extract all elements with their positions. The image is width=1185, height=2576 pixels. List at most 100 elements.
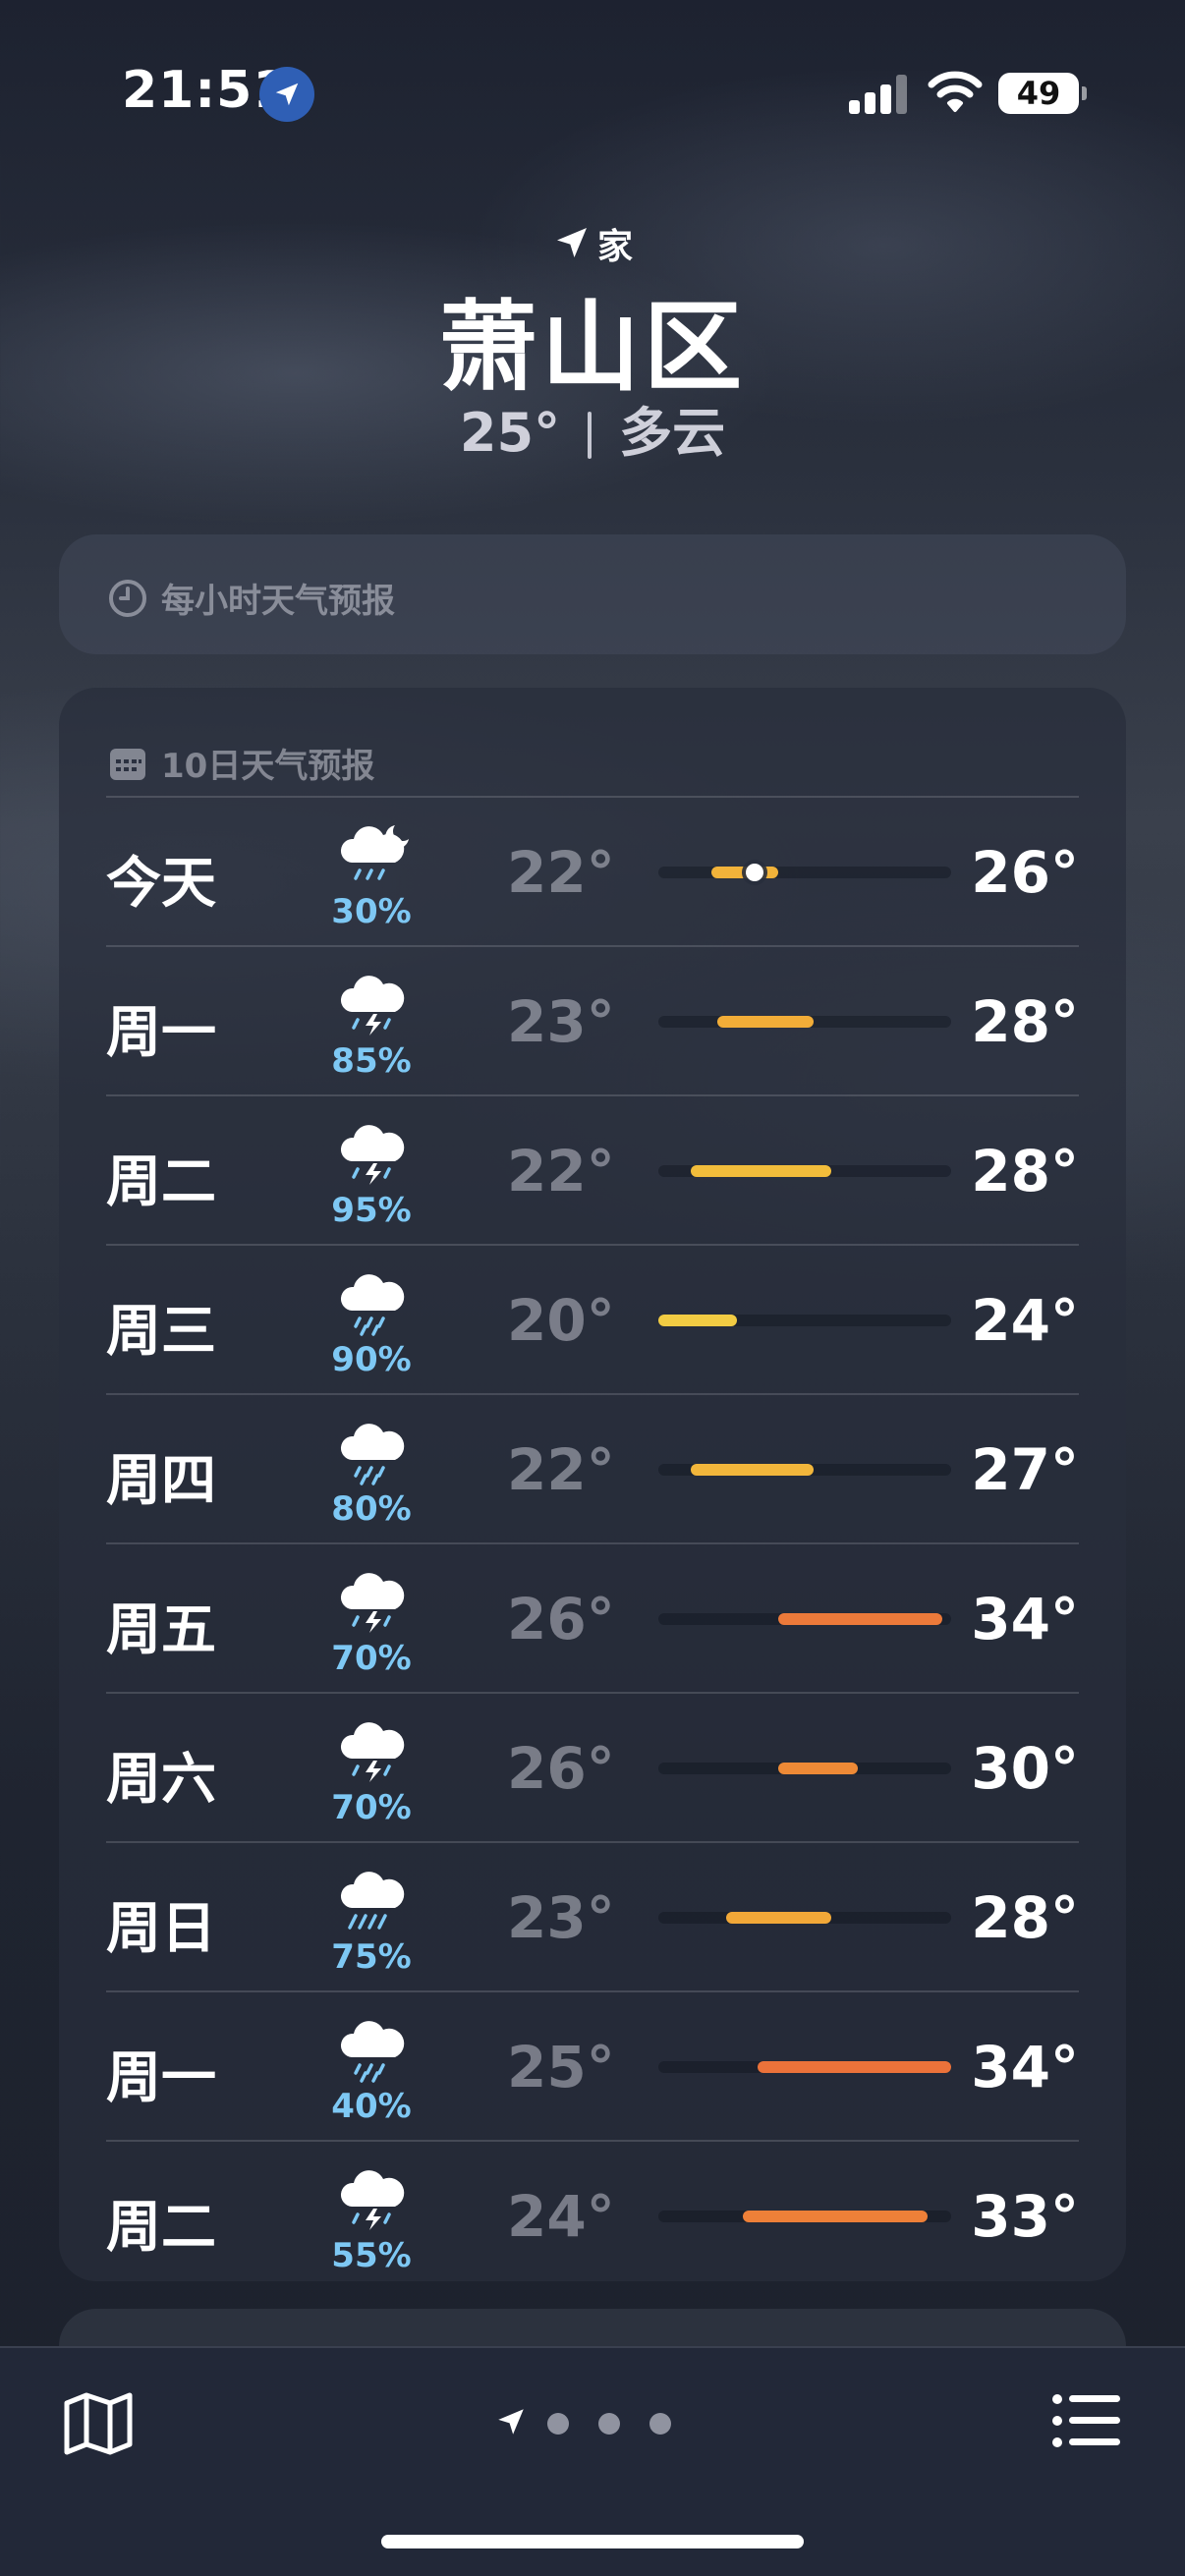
day-name: 周三 bbox=[106, 1300, 216, 1364]
day-name: 周一 bbox=[106, 1001, 216, 1065]
temperature-range-fill bbox=[758, 2061, 951, 2073]
low-temperature: 23° bbox=[507, 1884, 615, 1951]
day-row[interactable]: 周四 80% 22° 27° bbox=[106, 1393, 1079, 1542]
location-name: 家 bbox=[596, 227, 633, 267]
day-name: 周二 bbox=[106, 2196, 216, 2260]
cellular-signal-icon bbox=[849, 75, 908, 114]
wifi-icon bbox=[928, 69, 983, 116]
temperature-range-bar bbox=[658, 1912, 951, 1924]
hourly-forecast-card[interactable]: 每小时天气预报 bbox=[59, 534, 1126, 654]
battery-indicator: 49 bbox=[998, 73, 1087, 114]
day-name: 周六 bbox=[106, 1748, 216, 1812]
day-name: 周五 bbox=[106, 1598, 216, 1662]
low-temperature: 20° bbox=[507, 1287, 615, 1354]
temperature-range-bar bbox=[658, 1464, 951, 1476]
page-dot[interactable] bbox=[547, 2413, 569, 2435]
day-row[interactable]: 周六 70% 26° 30° bbox=[106, 1692, 1079, 1841]
ten-day-forecast-card: 10日天气预报 今天 30% 22° 26° 周一 85% 23° 28° 周二… bbox=[59, 688, 1126, 2281]
calendar-icon bbox=[110, 748, 145, 780]
cloud-bolt-rain-icon bbox=[334, 2167, 413, 2232]
temperature-range-bar bbox=[658, 1613, 951, 1625]
cloud-bolt-rain-icon bbox=[334, 1719, 413, 1784]
current-temperature-dot bbox=[746, 864, 764, 881]
high-temperature: 28° bbox=[971, 1138, 1079, 1204]
battery-level: 49 bbox=[1016, 75, 1061, 112]
precipitation-chance: 85% bbox=[331, 1041, 412, 1081]
cloud-moon-rain-icon bbox=[334, 823, 413, 888]
ten-day-forecast-header: 10日天气预报 bbox=[108, 739, 374, 787]
cloud-rain-icon bbox=[334, 1271, 413, 1336]
day-name: 周一 bbox=[106, 2046, 216, 2110]
current-summary: 25° 多云 bbox=[0, 389, 1185, 467]
current-location-page-icon bbox=[498, 2409, 524, 2435]
high-temperature: 27° bbox=[971, 1436, 1079, 1503]
location-label: 家 bbox=[0, 218, 1185, 269]
low-temperature: 22° bbox=[507, 839, 615, 906]
page-dot[interactable] bbox=[598, 2413, 620, 2435]
separator bbox=[588, 412, 592, 459]
precipitation-chance: 40% bbox=[331, 2087, 412, 2126]
list-icon bbox=[1052, 2394, 1120, 2447]
day-name: 周二 bbox=[106, 1150, 216, 1214]
day-name: 周四 bbox=[106, 1449, 216, 1513]
temperature-range-fill bbox=[778, 1763, 858, 1774]
page-dot[interactable] bbox=[649, 2413, 671, 2435]
day-row[interactable]: 周五 70% 26° 34° bbox=[106, 1542, 1079, 1692]
day-row[interactable]: 周二 55% 24° 33° bbox=[106, 2140, 1079, 2289]
cloud-bolt-rain-icon bbox=[334, 1122, 413, 1187]
low-temperature: 24° bbox=[507, 2183, 615, 2250]
high-temperature: 28° bbox=[971, 988, 1079, 1055]
high-temperature: 30° bbox=[971, 1735, 1079, 1802]
precipitation-chance: 95% bbox=[331, 1191, 412, 1230]
cloud-bolt-rain-icon bbox=[334, 973, 413, 1037]
temperature-range-fill bbox=[743, 2211, 929, 2222]
high-temperature: 26° bbox=[971, 839, 1079, 906]
home-indicator[interactable] bbox=[381, 2535, 804, 2548]
temperature-range-bar bbox=[658, 2061, 951, 2073]
precipitation-chance: 55% bbox=[331, 2236, 412, 2275]
temperature-range-bar bbox=[658, 1016, 951, 1028]
cloud-rain-icon bbox=[334, 1421, 413, 1485]
current-temperature: 25° bbox=[459, 402, 561, 464]
temperature-range-fill bbox=[690, 1165, 831, 1177]
temperature-range-fill bbox=[725, 1912, 831, 1924]
status-bar: 21:51 49 bbox=[0, 0, 1185, 187]
precipitation-chance: 75% bbox=[331, 1937, 412, 1977]
map-button[interactable] bbox=[63, 2389, 134, 2458]
day-row[interactable]: 周三 90% 20° 24° bbox=[106, 1244, 1079, 1393]
location-arrow-icon bbox=[556, 228, 587, 257]
temperature-range-fill bbox=[690, 1464, 814, 1476]
temperature-range-bar bbox=[658, 864, 951, 881]
precipitation-chance: 30% bbox=[331, 892, 412, 931]
temperature-range-bar bbox=[658, 2211, 951, 2222]
current-condition: 多云 bbox=[619, 402, 726, 464]
day-row[interactable]: 周二 95% 22° 28° bbox=[106, 1094, 1079, 1244]
cloud-heavy-rain-icon bbox=[334, 1869, 413, 1933]
high-temperature: 34° bbox=[971, 2034, 1079, 2100]
location-services-icon bbox=[259, 67, 314, 122]
high-temperature: 24° bbox=[971, 1287, 1079, 1354]
precipitation-chance: 90% bbox=[331, 1340, 412, 1379]
high-temperature: 28° bbox=[971, 1884, 1079, 1951]
temperature-range-fill bbox=[716, 1016, 814, 1028]
day-list: 今天 30% 22° 26° 周一 85% 23° 28° 周二 95% 22°… bbox=[106, 796, 1079, 2289]
day-row[interactable]: 周一 85% 23° 28° bbox=[106, 945, 1079, 1094]
day-row[interactable]: 周日 75% 23° 28° bbox=[106, 1841, 1079, 1990]
temperature-range-bar bbox=[658, 1165, 951, 1177]
temperature-range-fill bbox=[778, 1613, 943, 1625]
temperature-range-fill bbox=[710, 867, 779, 878]
day-row[interactable]: 周一 40% 25° 34° bbox=[106, 1990, 1079, 2140]
precipitation-chance: 80% bbox=[331, 1489, 412, 1529]
day-row[interactable]: 今天 30% 22° 26° bbox=[106, 796, 1079, 945]
map-icon bbox=[64, 2392, 133, 2455]
hourly-forecast-header: 每小时天气预报 bbox=[108, 574, 395, 622]
temperature-range-bar bbox=[658, 1315, 951, 1326]
cloud-rain-icon bbox=[334, 2018, 413, 2083]
cloud-bolt-rain-icon bbox=[334, 1570, 413, 1635]
low-temperature: 25° bbox=[507, 2034, 615, 2100]
page-indicator[interactable] bbox=[494, 2401, 691, 2444]
city-list-button[interactable] bbox=[1051, 2393, 1120, 2448]
precipitation-chance: 70% bbox=[331, 1788, 412, 1827]
day-name: 周日 bbox=[106, 1897, 216, 1961]
day-name: 今天 bbox=[106, 852, 216, 916]
